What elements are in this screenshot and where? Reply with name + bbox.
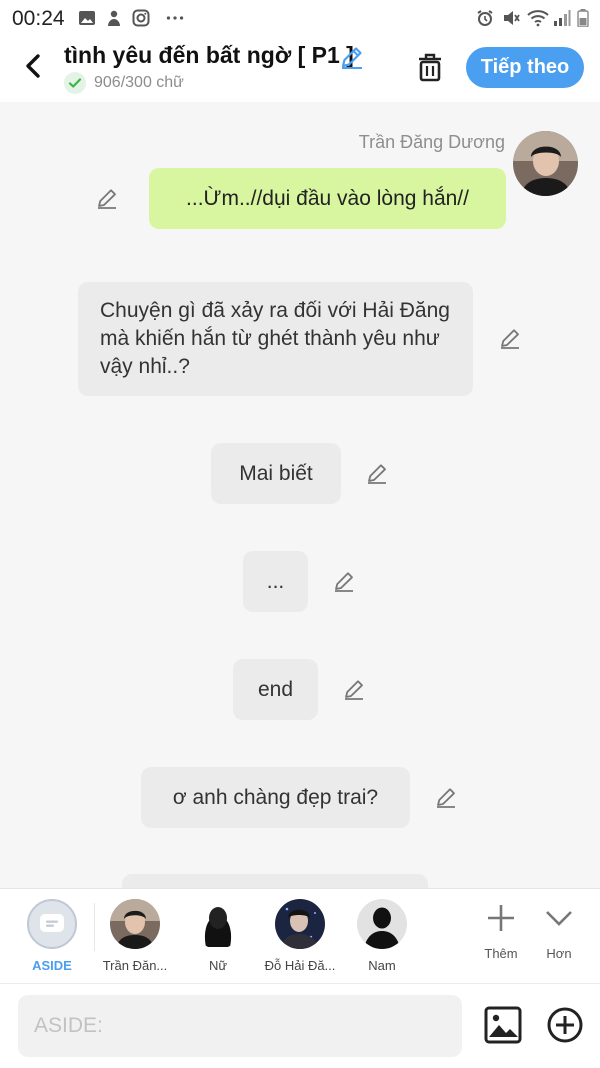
status-time: 00:24	[12, 7, 65, 30]
avatar	[110, 899, 160, 949]
pencil-icon[interactable]	[332, 569, 356, 593]
character-bar: ASIDE Trần Đăn... Nữ Đỗ Hải Đă... Nam Th…	[0, 888, 600, 984]
pencil-icon[interactable]	[498, 326, 522, 350]
more-characters-button[interactable]: Hơn	[529, 901, 589, 961]
image-icon[interactable]	[484, 1006, 522, 1044]
mute-icon	[504, 11, 520, 25]
plus-icon	[488, 905, 514, 931]
message-input[interactable]	[18, 995, 462, 1057]
word-count-row: 906/300 chữ	[64, 72, 184, 94]
instagram-icon	[132, 9, 150, 27]
character-tran-dang-duong[interactable]: Trần Đăn...	[93, 899, 177, 973]
character-nu[interactable]: Nữ	[176, 899, 260, 973]
word-count: 906/300 chữ	[94, 74, 184, 91]
pencil-icon[interactable]	[342, 677, 366, 701]
signal-icon	[554, 10, 571, 26]
message-bubble[interactable]: Mai biết	[211, 443, 341, 504]
next-button[interactable]: Tiếp theo	[466, 47, 584, 88]
male-silhouette-icon	[357, 899, 407, 949]
pencil-icon[interactable]	[95, 186, 119, 210]
avatar[interactable]	[513, 131, 578, 196]
female-silhouette-icon	[193, 899, 243, 949]
pencil-icon[interactable]	[434, 785, 458, 809]
avatar	[275, 899, 325, 949]
alarm-icon	[477, 10, 493, 26]
character-do-hai-dang[interactable]: Đỗ Hải Đă...	[258, 899, 342, 973]
check-icon	[64, 72, 86, 94]
more-icon	[166, 16, 184, 20]
person-icon	[108, 10, 120, 26]
character-label: Nam	[368, 958, 396, 973]
wifi-icon	[527, 10, 549, 27]
character-label: Đỗ Hải Đă...	[264, 958, 336, 973]
add-label: Thêm	[484, 946, 518, 961]
message-bubble[interactable]: ...	[243, 551, 308, 612]
message-bubble-partial[interactable]	[122, 874, 428, 888]
plus-circle-icon[interactable]	[546, 1006, 584, 1044]
back-arrow-icon[interactable]	[18, 50, 50, 82]
chevron-down-icon	[546, 911, 572, 926]
pencil-icon[interactable]	[365, 461, 389, 485]
more-label: Hơn	[546, 946, 572, 961]
input-bar	[0, 983, 600, 1068]
message-bubble[interactable]: end	[233, 659, 318, 720]
status-bar: 00:24	[0, 0, 600, 36]
character-label: Trần Đăn...	[102, 958, 168, 973]
add-character-button[interactable]: Thêm	[471, 901, 531, 961]
chat-area: Trần Đăng Dương ...Ừm..//dụi đầu vào lòn…	[0, 102, 600, 888]
story-title: tình yêu đến bất ngờ [ P1 ]	[64, 42, 354, 68]
gallery-icon	[79, 11, 95, 25]
message-bubble[interactable]: ơ anh chàng đẹp trai?	[141, 767, 410, 828]
speaker-name: Trần Đăng Dương	[358, 132, 505, 152]
character-label: Nữ	[208, 958, 228, 973]
aside-icon	[27, 899, 77, 949]
character-label: ASIDE	[32, 958, 72, 973]
message-bubble[interactable]: ...Ừm..//dụi đầu vào lòng hắn//	[149, 168, 506, 229]
character-nam[interactable]: Nam	[340, 899, 424, 973]
message-bubble[interactable]: Chuyện gì đã xảy ra đối với Hải Đăng mà …	[78, 282, 473, 396]
trash-icon[interactable]	[413, 50, 447, 84]
app-header: tình yêu đến bất ngờ [ P1 ] 906/300 chữ …	[0, 36, 600, 102]
character-aside[interactable]: ASIDE	[10, 899, 94, 973]
pencil-icon[interactable]	[339, 44, 365, 70]
battery-icon	[577, 9, 589, 27]
